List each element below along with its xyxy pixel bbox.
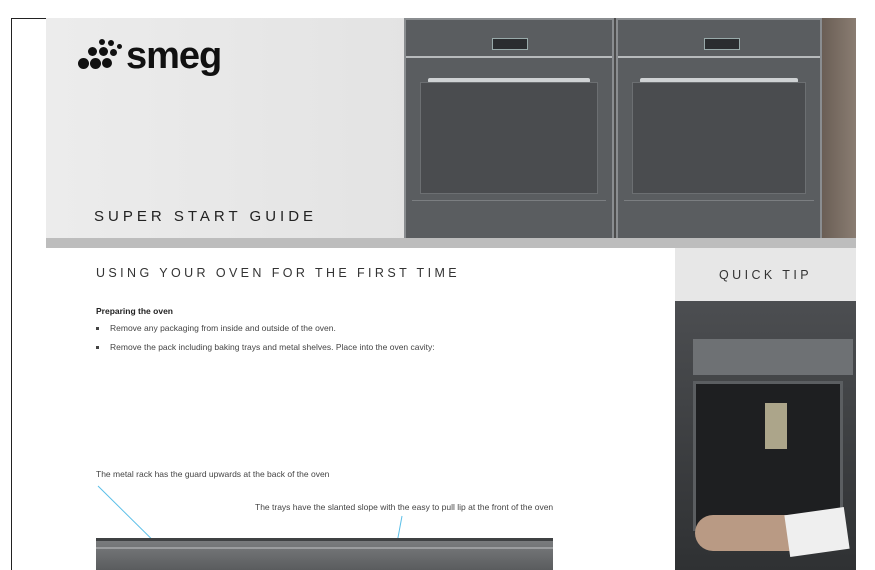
oven-interior-photo (96, 538, 553, 570)
oven-control-panel (693, 339, 853, 375)
cleaning-cloth-image (784, 507, 850, 557)
oven-shelf (96, 547, 553, 549)
quick-tip-photo (675, 301, 856, 570)
quick-tip-header: QUICK TIP (675, 248, 856, 301)
oven-light (765, 403, 787, 449)
quick-tip-title: QUICK TIP (719, 267, 812, 282)
